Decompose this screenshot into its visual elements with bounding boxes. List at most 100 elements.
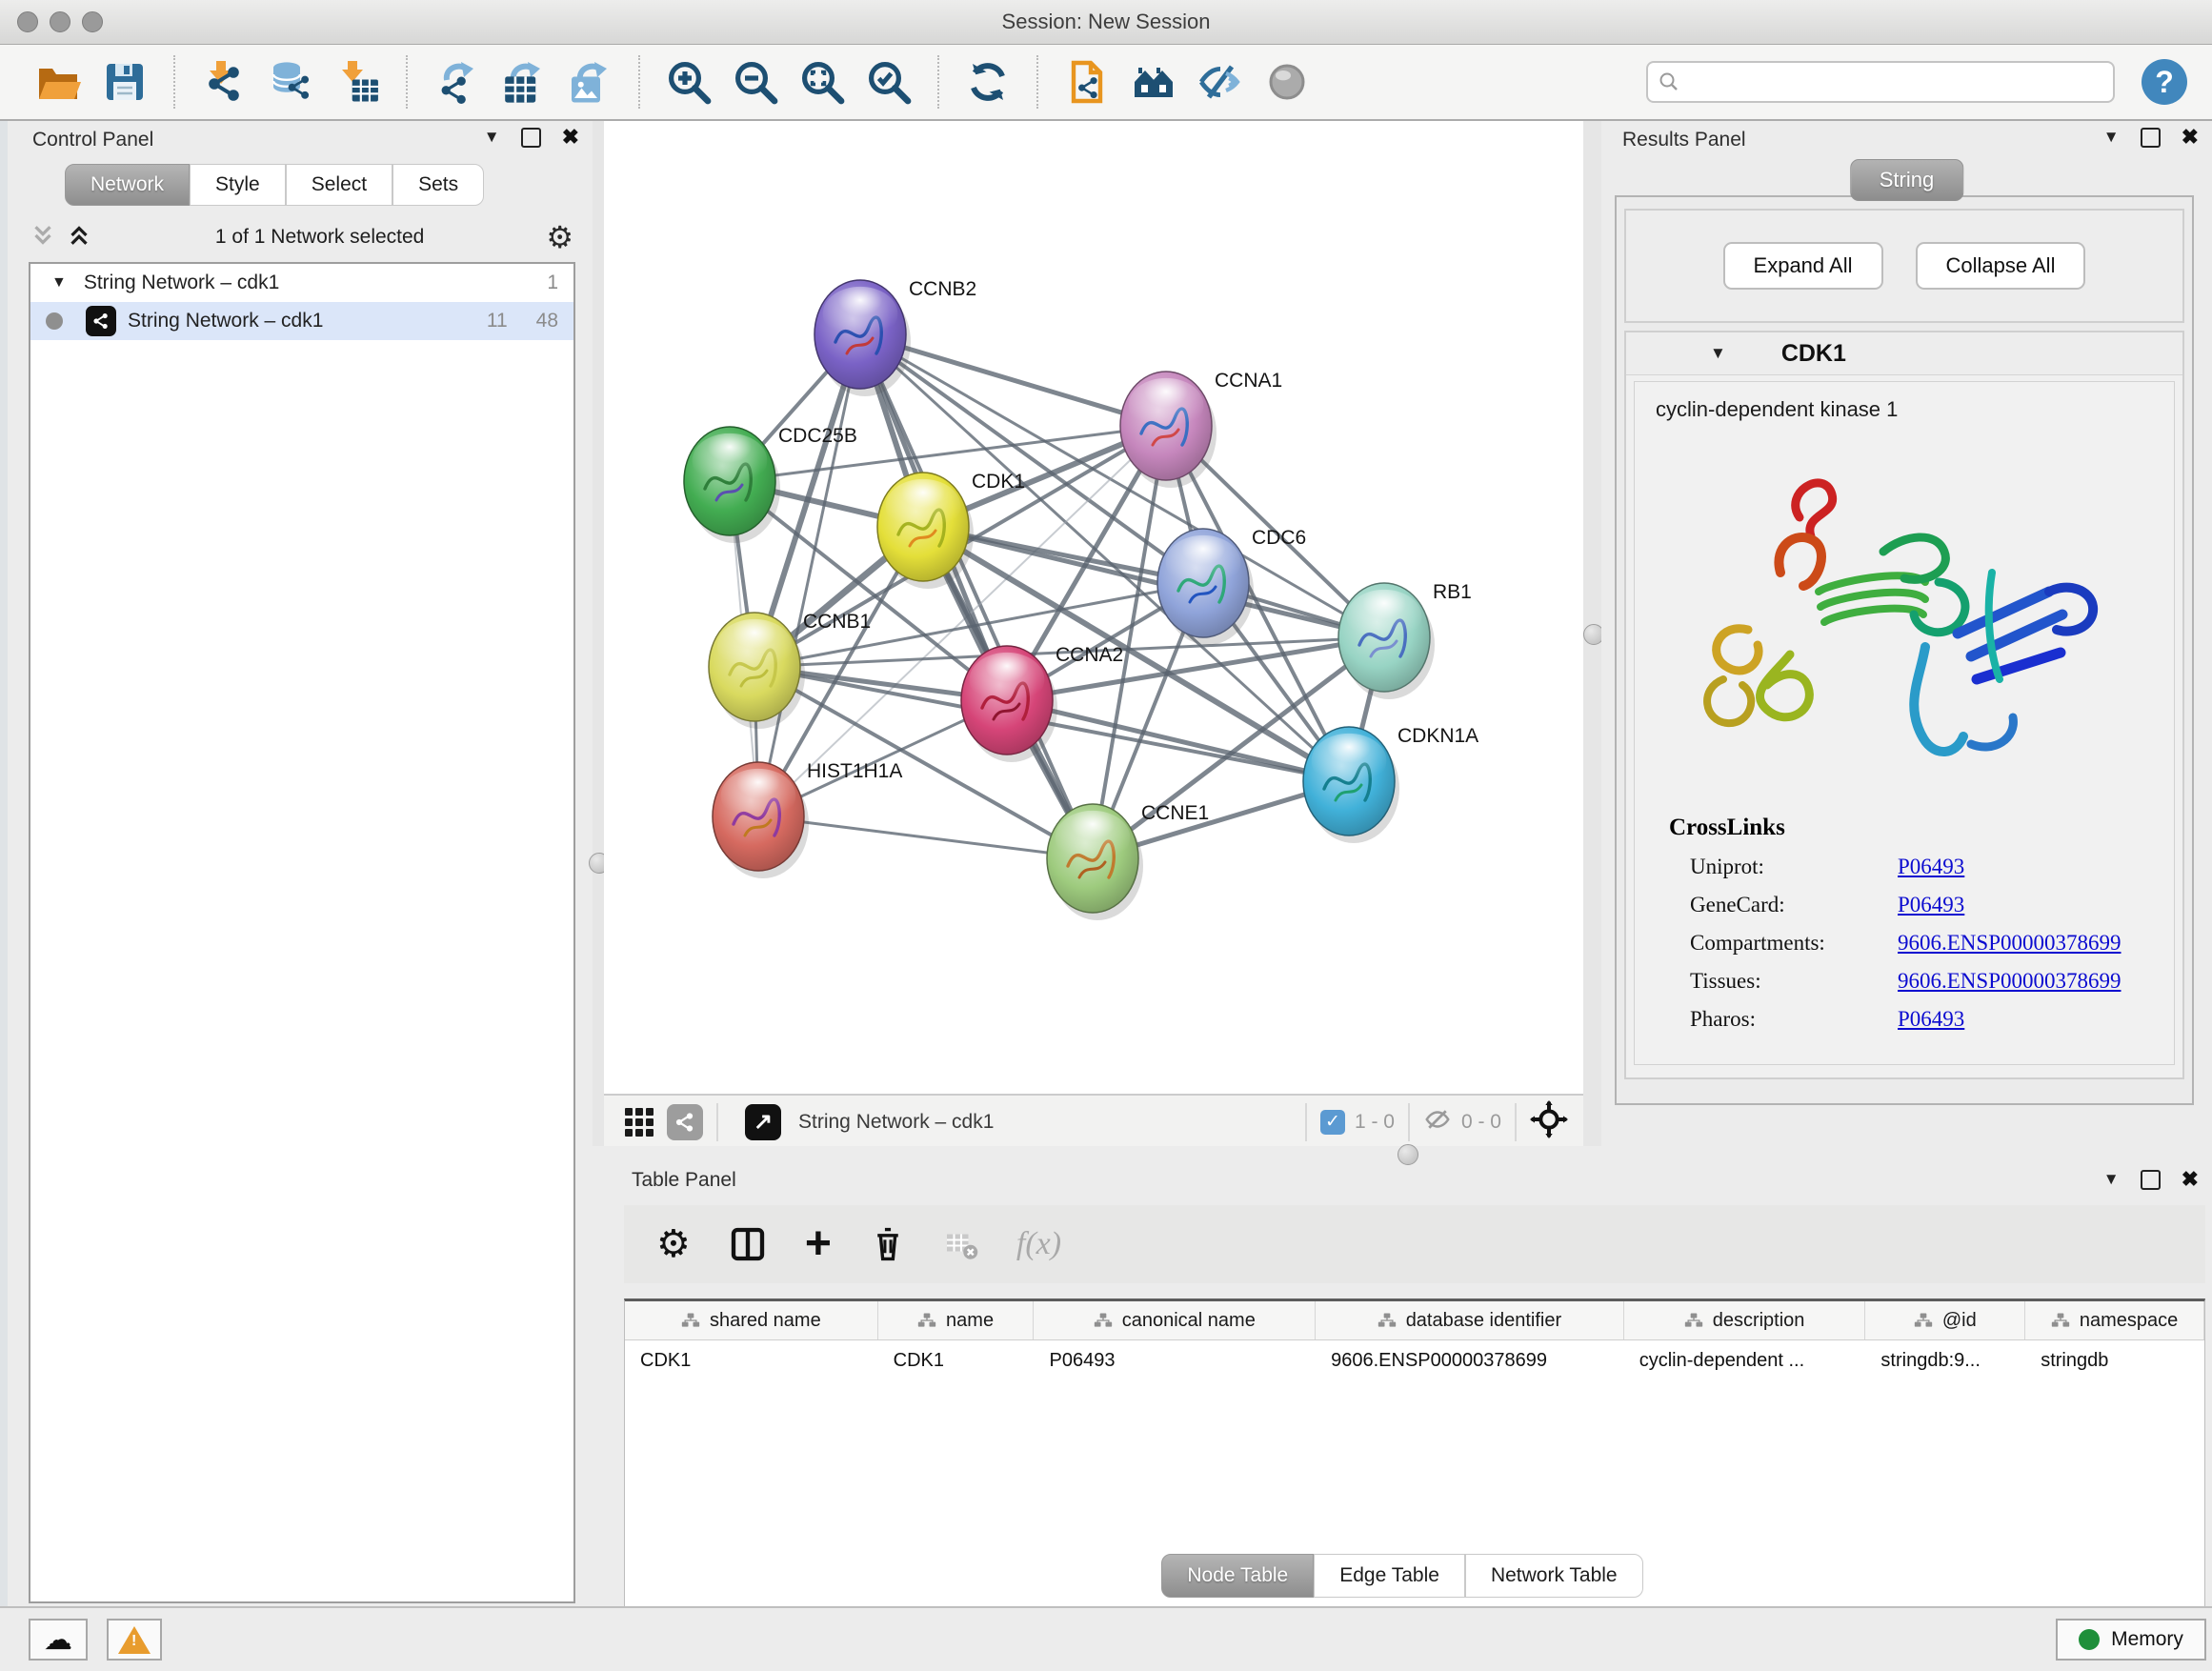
tab-select[interactable]: Select: [286, 164, 392, 206]
network-node-ccnb1[interactable]: CCNB1: [709, 611, 871, 729]
show-columns-icon[interactable]: [729, 1225, 767, 1263]
close-panel-icon[interactable]: ✖: [562, 125, 579, 150]
tab-network[interactable]: Network: [65, 164, 190, 206]
tab-sets[interactable]: Sets: [392, 164, 484, 206]
open-in-window-icon[interactable]: ↗: [745, 1104, 781, 1140]
import-network-icon[interactable]: [196, 54, 251, 110]
table-cell[interactable]: CDK1: [878, 1340, 1035, 1380]
export-table-icon[interactable]: [495, 54, 551, 110]
network-options-gear-icon[interactable]: ⚙: [546, 222, 573, 252]
network-node-ccna2[interactable]: CCNA2: [961, 644, 1123, 762]
close-panel-icon[interactable]: ✖: [2182, 1167, 2199, 1192]
add-column-icon[interactable]: +: [805, 1226, 832, 1262]
grid-view-icon[interactable]: [625, 1108, 654, 1137]
table-cell[interactable]: cyclin-dependent ...: [1624, 1340, 1866, 1380]
export-network-icon[interactable]: [429, 54, 484, 110]
column-header--id[interactable]: @id: [1865, 1301, 2025, 1339]
table-options-gear-icon[interactable]: ⚙: [656, 1225, 691, 1263]
table-cell[interactable]: stringdb:9...: [1865, 1340, 2025, 1380]
share-view-icon[interactable]: [667, 1104, 703, 1140]
import-database-icon[interactable]: [263, 54, 318, 110]
tab-node-table[interactable]: Node Table: [1161, 1554, 1314, 1598]
save-session-icon[interactable]: [97, 54, 152, 110]
float-panel-icon[interactable]: [2141, 1170, 2161, 1190]
cloud-button[interactable]: ☁: [29, 1619, 88, 1661]
collapse-all-button[interactable]: Collapse All: [1916, 242, 2086, 290]
horizontal-splitter-handle[interactable]: [1398, 1144, 1418, 1165]
tab-style[interactable]: Style: [190, 164, 286, 206]
birds-eye-crosshair-icon[interactable]: [1530, 1100, 1568, 1144]
table-cell[interactable]: stringdb: [2025, 1340, 2204, 1380]
network-edge[interactable]: [758, 334, 860, 816]
edge-count: 48: [536, 310, 558, 332]
network-node-hist1h1a[interactable]: HIST1H1A: [713, 760, 902, 878]
crosslink-link[interactable]: P06493: [1898, 893, 1964, 917]
tree-caret-icon[interactable]: ▼: [51, 274, 67, 292]
crosslink-link[interactable]: P06493: [1898, 855, 1964, 879]
crosslink-link[interactable]: 9606.ENSP00000378699: [1898, 931, 2122, 956]
section-caret-icon[interactable]: ▼: [1710, 344, 1726, 363]
crosslink-link[interactable]: 9606.ENSP00000378699: [1898, 969, 2122, 994]
network-view[interactable]: CCNB2 CCNA1 CDC25BCDK1 CDC6 RB1 CCNB1 CCNA2 CDK…: [604, 121, 1583, 1146]
warnings-button[interactable]: !: [107, 1619, 162, 1661]
hide-eye-icon[interactable]: [1193, 54, 1248, 110]
zoom-selected-icon[interactable]: [861, 54, 916, 110]
network-node-cdc25b[interactable]: CDC25B: [684, 425, 857, 543]
crosslink-link[interactable]: P06493: [1898, 1007, 1964, 1032]
network-node-ccna1[interactable]: CCNA1: [1120, 370, 1282, 488]
column-header-description[interactable]: description: [1624, 1301, 1866, 1339]
network-row[interactable]: String Network – cdk1 11 48: [30, 302, 573, 340]
delete-column-icon[interactable]: [870, 1225, 906, 1263]
float-panel-icon[interactable]: [2141, 128, 2161, 148]
table-cell[interactable]: P06493: [1034, 1340, 1316, 1380]
column-header-canonical-name[interactable]: canonical name: [1034, 1301, 1316, 1339]
expand-all-networks-icon[interactable]: [29, 221, 57, 254]
column-header-name[interactable]: name: [878, 1301, 1035, 1339]
column-header-shared-name[interactable]: shared name: [625, 1301, 878, 1339]
network-collection-row[interactable]: ▼ String Network – cdk1 1: [30, 264, 573, 302]
vertical-splitter-right[interactable]: [1583, 121, 1601, 1146]
results-panel: Results Panel ▼ ✖ String Expand All Coll…: [1601, 121, 2212, 1146]
collapse-panel-icon[interactable]: ▼: [2103, 128, 2120, 147]
zoom-in-icon[interactable]: [661, 54, 716, 110]
show-eye-icon[interactable]: [1259, 54, 1315, 110]
network-edge[interactable]: [923, 527, 1384, 637]
search-box[interactable]: [1646, 61, 2115, 103]
close-panel-icon[interactable]: ✖: [2182, 125, 2199, 150]
network-node-cdkn1a[interactable]: CDKN1A: [1303, 725, 1478, 843]
tab-network-table[interactable]: Network Table: [1465, 1554, 1643, 1598]
zoom-fit-icon[interactable]: [794, 54, 850, 110]
expand-all-button[interactable]: Expand All: [1723, 242, 1883, 290]
collapse-panel-icon[interactable]: ▼: [484, 128, 500, 147]
network-node-cdc6[interactable]: CDC6: [1157, 527, 1306, 645]
network-node-label: CCNA2: [1056, 644, 1123, 666]
tab-string[interactable]: String: [1850, 159, 1963, 201]
float-panel-icon[interactable]: [521, 128, 541, 148]
zoom-out-icon[interactable]: [728, 54, 783, 110]
import-table-icon[interactable]: [330, 54, 385, 110]
memory-button[interactable]: Memory: [2056, 1619, 2206, 1661]
network-node-cdk1[interactable]: CDK1: [877, 471, 1025, 589]
gene-section-header[interactable]: ▼ CDK1: [1626, 332, 2182, 375]
collapse-panel-icon[interactable]: ▼: [2103, 1170, 2120, 1189]
table-cell[interactable]: 9606.ENSP00000378699: [1316, 1340, 1624, 1380]
table-cell[interactable]: CDK1: [625, 1340, 878, 1380]
network-canvas[interactable]: CCNB2 CCNA1 CDC25BCDK1 CDC6 RB1 CCNB1 CCNA2 CDK…: [604, 121, 1583, 1094]
column-header-namespace[interactable]: namespace: [2025, 1301, 2204, 1339]
tree-icon: [1377, 1312, 1397, 1329]
selected-checkbox-icon[interactable]: ✓: [1320, 1110, 1345, 1135]
document-network-icon[interactable]: [1059, 54, 1115, 110]
network-node-rb1[interactable]: RB1: [1338, 581, 1472, 699]
network-node-ccnb2[interactable]: CCNB2: [814, 278, 976, 396]
export-image-icon[interactable]: [562, 54, 617, 110]
network-node-ccne1[interactable]: CCNE1: [1047, 802, 1209, 920]
column-header-database-identifier[interactable]: database identifier: [1316, 1301, 1624, 1339]
search-input[interactable]: [1688, 70, 2103, 94]
string-houses-icon[interactable]: [1126, 54, 1181, 110]
collapse-all-networks-icon[interactable]: [65, 221, 93, 254]
tab-edge-table[interactable]: Edge Table: [1314, 1554, 1465, 1598]
refresh-icon[interactable]: [960, 54, 1016, 110]
table-row[interactable]: CDK1CDK1P064939606.ENSP00000378699cyclin…: [625, 1340, 2204, 1380]
open-session-icon[interactable]: [30, 54, 86, 110]
help-button[interactable]: ?: [2142, 59, 2187, 105]
